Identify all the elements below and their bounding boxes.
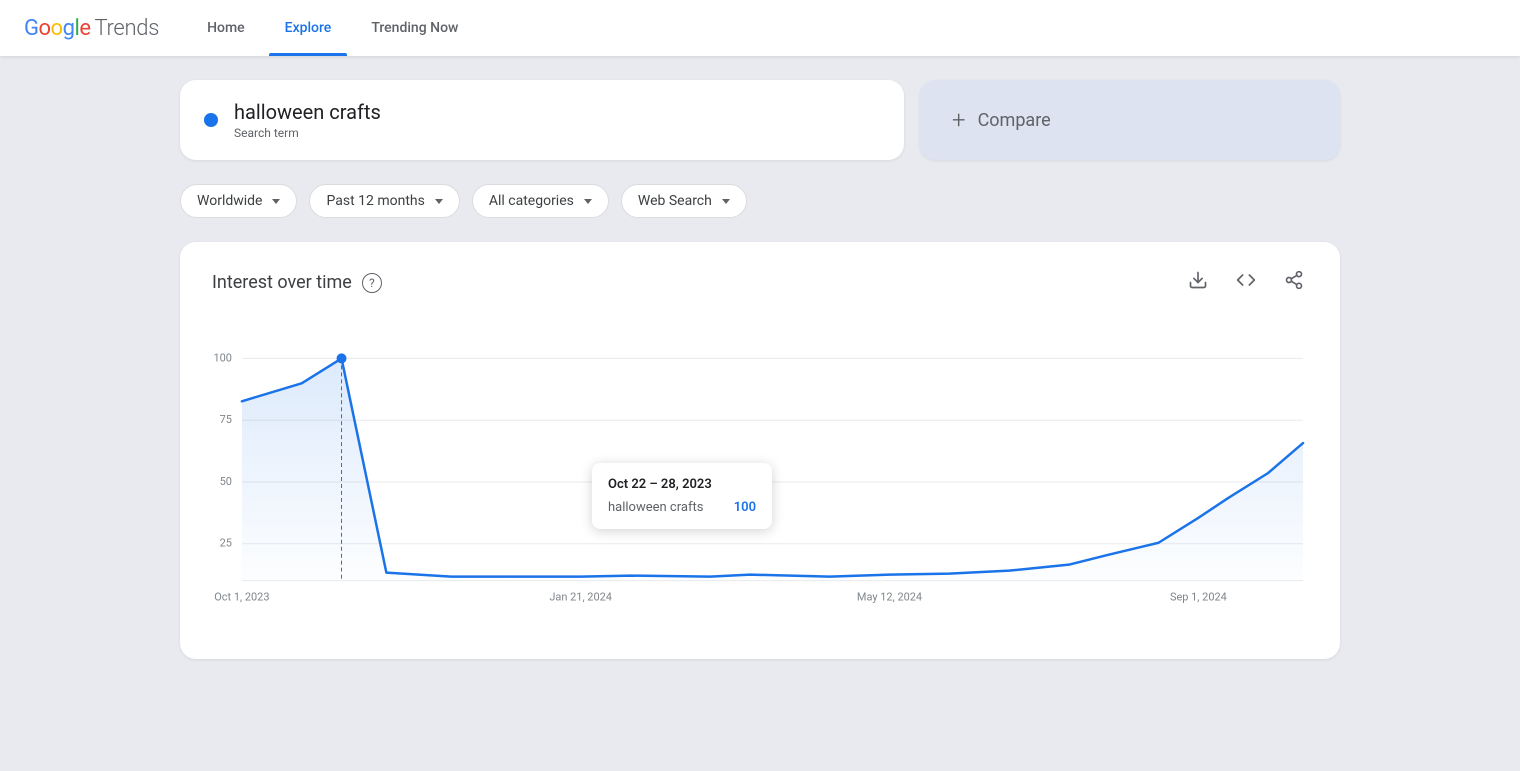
search-box: halloween crafts Search term [180, 80, 904, 160]
search-dot-indicator [204, 113, 218, 127]
embed-button[interactable] [1232, 266, 1260, 299]
filter-time[interactable]: Past 12 months [309, 184, 459, 218]
embed-icon [1236, 270, 1256, 290]
chevron-down-icon [272, 199, 280, 204]
chevron-down-icon [435, 199, 443, 204]
compare-label: Compare [978, 110, 1051, 131]
help-icon[interactable]: ? [362, 273, 382, 293]
chart-title: Interest over time [212, 272, 352, 293]
svg-text:75: 75 [220, 413, 232, 426]
main-content: halloween crafts Search term + Compare W… [160, 56, 1360, 683]
logo-google-text: Google [24, 16, 90, 41]
svg-text:May 12, 2024: May 12, 2024 [857, 591, 922, 604]
svg-text:Jan 21, 2024: Jan 21, 2024 [549, 591, 612, 604]
nav-home[interactable]: Home [191, 0, 261, 56]
download-icon [1188, 270, 1208, 290]
interest-chart: 100 75 50 25 [212, 323, 1308, 623]
share-button[interactable] [1280, 266, 1308, 299]
download-button[interactable] [1184, 266, 1212, 299]
header: Google Trends Home Explore Trending Now [0, 0, 1520, 56]
chart-card: Interest over time ? [180, 242, 1340, 659]
filter-search-type[interactable]: Web Search [621, 184, 747, 218]
chevron-down-icon [722, 199, 730, 204]
search-text-area: halloween crafts Search term [234, 100, 381, 140]
svg-text:50: 50 [220, 475, 232, 488]
svg-text:100: 100 [213, 351, 231, 364]
search-term-type: Search term [234, 126, 381, 140]
chart-header: Interest over time ? [212, 266, 1308, 299]
share-icon [1284, 270, 1304, 290]
chart-container: 100 75 50 25 [212, 323, 1308, 627]
chart-title-area: Interest over time ? [212, 272, 382, 293]
search-row: halloween crafts Search term + Compare [180, 80, 1340, 160]
search-term: halloween crafts [234, 100, 381, 124]
filter-category[interactable]: All categories [472, 184, 609, 218]
chart-actions [1184, 266, 1308, 299]
compare-box[interactable]: + Compare [920, 80, 1340, 160]
svg-text:Oct 1, 2023: Oct 1, 2023 [214, 591, 269, 604]
filter-location[interactable]: Worldwide [180, 184, 297, 218]
compare-plus-icon: + [952, 106, 966, 134]
nav-explore[interactable]: Explore [269, 0, 348, 56]
main-nav: Home Explore Trending Now [191, 0, 474, 56]
svg-text:25: 25 [220, 537, 232, 550]
filters-row: Worldwide Past 12 months All categories … [180, 184, 1340, 218]
svg-text:Sep 1, 2024: Sep 1, 2024 [1170, 591, 1227, 604]
chevron-down-icon [584, 199, 592, 204]
nav-trending-now[interactable]: Trending Now [355, 0, 474, 56]
logo-trends-text: Trends [94, 16, 159, 41]
logo[interactable]: Google Trends [24, 16, 159, 41]
